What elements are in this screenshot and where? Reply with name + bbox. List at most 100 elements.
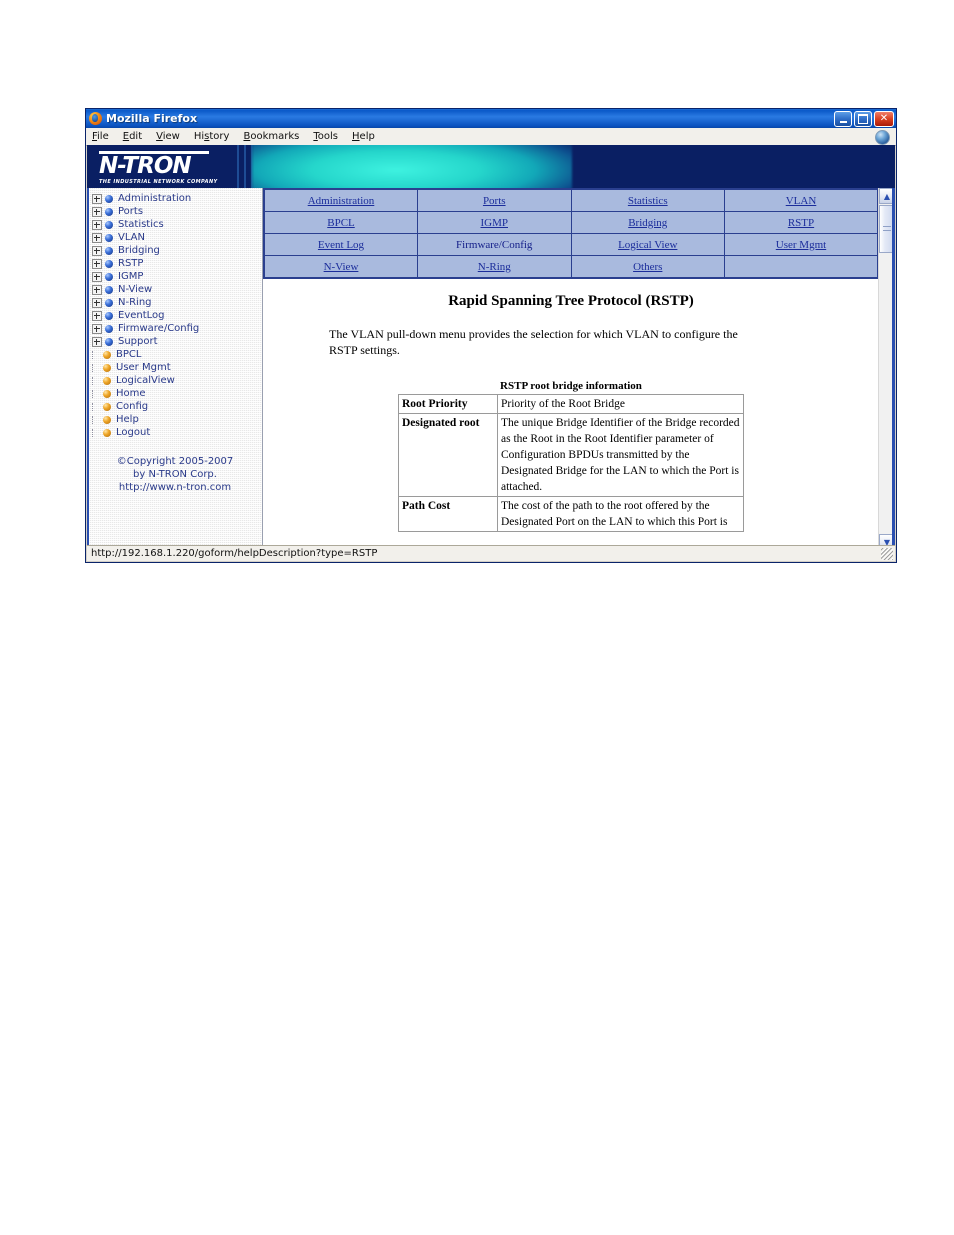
sidebar-item-vlan[interactable]: VLAN — [92, 231, 262, 244]
rstp-root-bridge-table: Root Priority Priority of the Root Bridg… — [398, 394, 744, 532]
menu-edit[interactable]: Edit — [123, 131, 142, 142]
titlebar: Mozilla Firefox ✕ — [86, 109, 896, 128]
menu-help[interactable]: Help — [352, 131, 375, 142]
tree-indent — [92, 389, 100, 398]
firefox-icon — [89, 112, 102, 125]
nav-cell-bridging[interactable]: Bridging — [570, 211, 725, 234]
nav-link-logical-view[interactable]: Logical View — [618, 239, 677, 251]
expand-icon[interactable] — [92, 245, 102, 256]
minimize-button[interactable] — [834, 111, 852, 127]
sidebar-item-n-view[interactable]: N-View — [92, 283, 262, 296]
leaf-icon — [103, 428, 111, 437]
sidebar-item-firmware-config[interactable]: Firmware/Config — [92, 322, 262, 335]
nav-link-igmp[interactable]: IGMP — [480, 217, 508, 229]
sidebar-item-label: VLAN — [118, 232, 145, 243]
nav-link-ports[interactable]: Ports — [483, 195, 506, 207]
logo-wordmark: N-TRON — [99, 153, 192, 179]
expand-icon[interactable] — [92, 323, 102, 334]
minimize-icon — [839, 120, 847, 123]
nav-link-n-ring[interactable]: N-Ring — [478, 261, 511, 273]
content-vertical-scrollbar[interactable]: ▲ ▼ — [878, 188, 895, 545]
nav-cell-ports[interactable]: Ports — [417, 188, 572, 212]
sidebar-item-support[interactable]: Support — [92, 335, 262, 348]
node-icon — [105, 285, 113, 294]
expand-icon[interactable] — [92, 193, 102, 204]
close-button[interactable]: ✕ — [874, 111, 894, 127]
nav-cell-firmware-config[interactable]: Firmware/Config — [417, 233, 572, 256]
node-icon — [105, 246, 113, 255]
expand-icon[interactable] — [92, 232, 102, 243]
nav-cell-event-log[interactable]: Event Log — [263, 233, 418, 256]
nav-link-user-mgmt[interactable]: User Mgmt — [776, 239, 826, 251]
sidebar-item-logout[interactable]: Logout — [92, 426, 262, 439]
menu-tools[interactable]: Tools — [313, 131, 338, 142]
sidebar-item-n-ring[interactable]: N-Ring — [92, 296, 262, 309]
nav-cell-n-ring[interactable]: N-Ring — [417, 255, 572, 279]
nav-link-statistics[interactable]: Statistics — [628, 195, 668, 207]
intro-paragraph: The VLAN pull-down menu provides the sel… — [329, 327, 738, 357]
menu-history[interactable]: History — [194, 131, 230, 142]
menu-file[interactable]: File — [92, 131, 109, 142]
nav-link-others[interactable]: Others — [633, 261, 662, 273]
content-area: Administration Ports Statistics VLAN BPC… — [263, 188, 895, 545]
nav-link-vlan[interactable]: VLAN — [786, 195, 817, 207]
nav-cell-n-view[interactable]: N-View — [263, 255, 418, 279]
sidebar-item-administration[interactable]: Administration — [92, 192, 262, 205]
expand-icon[interactable] — [92, 336, 102, 347]
nav-link-bpcl[interactable]: BPCL — [327, 217, 355, 229]
expand-icon[interactable] — [92, 310, 102, 321]
maximize-button[interactable] — [854, 111, 872, 127]
copyright-line-3[interactable]: http://www.n-tron.com — [92, 481, 258, 494]
expand-icon[interactable] — [92, 271, 102, 282]
sidebar-item-logicalview[interactable]: LogicalView — [92, 374, 262, 387]
sidebar-item-label: Home — [116, 388, 146, 399]
nav-cell-igmp[interactable]: IGMP — [417, 211, 572, 234]
table-row: Event Log Firmware/Config Logical View U… — [263, 233, 879, 256]
nav-cell-statistics[interactable]: Statistics — [570, 188, 725, 212]
sidebar-item-label: BPCL — [116, 349, 142, 360]
leaf-icon — [103, 376, 111, 385]
sidebar-item-help[interactable]: Help — [92, 413, 262, 426]
nav-link-event-log[interactable]: Event Log — [318, 239, 364, 251]
page-viewport: N-TRON THE INDUSTRIAL NETWORK COMPANY Ad… — [87, 145, 895, 545]
nav-link-rstp[interactable]: RSTP — [788, 217, 814, 229]
expand-icon[interactable] — [92, 206, 102, 217]
nav-cell-logical-view[interactable]: Logical View — [570, 233, 725, 256]
row-value-path-cost: The cost of the path to the root offered… — [497, 496, 744, 532]
nav-cell-bpcl[interactable]: BPCL — [263, 211, 418, 234]
maximize-icon — [858, 114, 868, 124]
nav-link-bridging[interactable]: Bridging — [628, 217, 667, 229]
resize-grip[interactable] — [881, 548, 893, 560]
nav-cell-administration[interactable]: Administration — [263, 188, 418, 212]
nav-cell-user-mgmt[interactable]: User Mgmt — [724, 233, 879, 256]
nav-cell-rstp[interactable]: RSTP — [724, 211, 879, 234]
sidebar-item-label: Administration — [118, 193, 192, 204]
sidebar-item-home[interactable]: Home — [92, 387, 262, 400]
sidebar-item-rstp[interactable]: RSTP — [92, 257, 262, 270]
expand-icon[interactable] — [92, 297, 102, 308]
nav-link-table: Administration Ports Statistics VLAN BPC… — [263, 188, 879, 279]
nav-link-administration[interactable]: Administration — [308, 195, 375, 207]
sidebar-item-ports[interactable]: Ports — [92, 205, 262, 218]
browser-window: Mozilla Firefox ✕ File Edit View History… — [85, 108, 897, 563]
nav-cell-vlan[interactable]: VLAN — [724, 188, 879, 212]
sidebar-item-eventlog[interactable]: EventLog — [92, 309, 262, 322]
nav-link-n-view[interactable]: N-View — [324, 261, 359, 273]
help-table-caption: RSTP root bridge information — [500, 380, 642, 392]
sidebar-item-statistics[interactable]: Statistics — [92, 218, 262, 231]
expand-icon[interactable] — [92, 219, 102, 230]
window-title: Mozilla Firefox — [106, 112, 198, 125]
expand-icon[interactable] — [92, 258, 102, 269]
sidebar-item-config[interactable]: Config — [92, 400, 262, 413]
sidebar-item-label: Logout — [116, 427, 151, 438]
menu-bookmarks[interactable]: Bookmarks — [243, 131, 299, 142]
menu-view[interactable]: View — [156, 131, 180, 142]
sidebar-item-user-mgmt[interactable]: User Mgmt — [92, 361, 262, 374]
close-icon: ✕ — [879, 113, 889, 124]
sidebar-item-igmp[interactable]: IGMP — [92, 270, 262, 283]
expand-icon[interactable] — [92, 284, 102, 295]
nav-cell-others[interactable]: Others — [570, 255, 725, 279]
sidebar-item-bpcl[interactable]: BPCL — [92, 348, 262, 361]
sidebar-item-bridging[interactable]: Bridging — [92, 244, 262, 257]
menubar: File Edit View History Bookmarks Tools H… — [86, 128, 896, 146]
